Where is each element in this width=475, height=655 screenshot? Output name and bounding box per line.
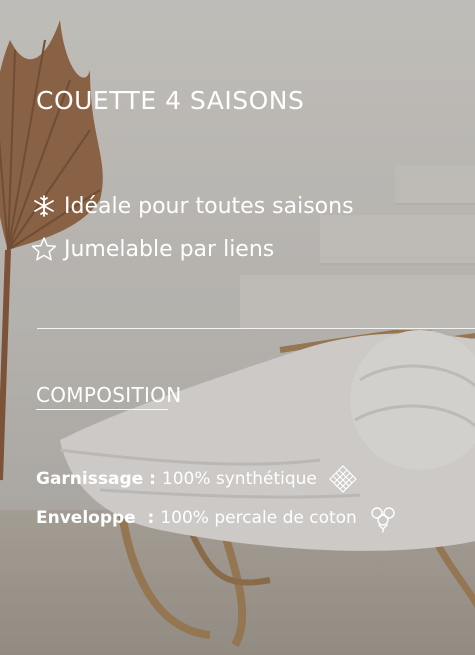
composition-row-cover: Enveloppe : 100% percale de coton: [36, 502, 399, 534]
star-outline-icon: [31, 237, 57, 261]
feature-label: Idéale pour toutes saisons: [64, 193, 354, 219]
row-value: 100% percale de coton: [160, 508, 357, 528]
section-divider: [37, 328, 475, 329]
product-card: COUETTE 4 SAISONS Idéale pour toutes sai…: [0, 0, 475, 655]
cotton-flower-icon: [371, 507, 395, 533]
fiber-weave-icon: [329, 465, 357, 493]
composition-underline: [36, 409, 168, 410]
snowflake-sun-icon: [34, 195, 54, 217]
composition-heading: COMPOSITION: [36, 383, 182, 407]
feature-bindable: Jumelable par liens: [30, 235, 274, 263]
row-label: Garnissage :: [36, 469, 156, 489]
row-label: Enveloppe :: [36, 508, 155, 528]
row-value: 100% synthétique: [161, 469, 317, 489]
composition-row-filling: Garnissage : 100% synthétique: [36, 463, 359, 495]
feature-all-seasons: Idéale pour toutes saisons: [30, 192, 354, 220]
product-title: COUETTE 4 SAISONS: [36, 86, 305, 115]
feature-label: Jumelable par liens: [64, 236, 275, 262]
